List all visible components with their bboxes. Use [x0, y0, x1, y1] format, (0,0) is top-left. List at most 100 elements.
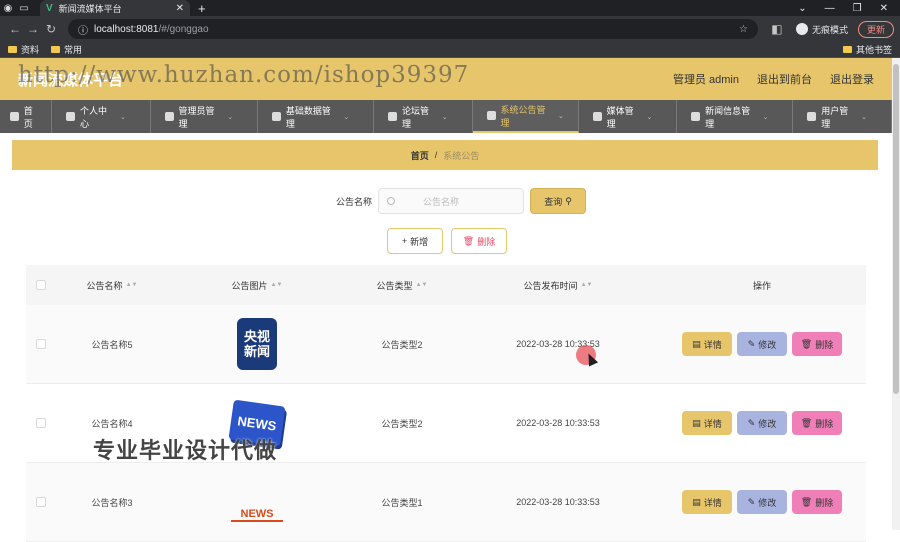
breadcrumb-separator: /: [434, 150, 438, 160]
nav-item-news[interactable]: 新闻信息管理 ⌄: [677, 100, 794, 133]
front-link[interactable]: 退出到前台: [757, 71, 812, 87]
header-label: 操作: [752, 280, 771, 291]
search-label: 公告名称: [335, 196, 372, 207]
nav-label: 新闻信息管理: [705, 105, 751, 129]
edit-button[interactable]: ✎ 修改: [737, 490, 787, 514]
header-type[interactable]: 公告类型 ▲▼: [346, 265, 458, 305]
row-delete-button[interactable]: 🗑 删除: [792, 332, 842, 356]
nav-label: 首页: [23, 105, 33, 129]
row-checkbox[interactable]: [36, 418, 46, 428]
bookmark-label: 常用: [64, 45, 83, 55]
delete-button[interactable]: 🗑 删除: [451, 228, 507, 254]
detail-icon: ▤: [692, 338, 701, 349]
chevron-down-icon: ⌄: [646, 113, 653, 121]
restore-icon[interactable]: ❐: [853, 3, 862, 14]
nav-item-notice[interactable]: 系统公告管理 ⌄: [472, 100, 579, 133]
bookmarks-bar: 资料 常用 其他书签: [0, 42, 900, 58]
bookmark-folder-changyong[interactable]: 常用: [51, 43, 82, 56]
plus-icon: +: [401, 236, 408, 246]
header-name[interactable]: 公告名称 ▲▼: [56, 265, 168, 305]
detail-icon: ▤: [692, 496, 701, 507]
home-icon: [10, 112, 19, 121]
forward-icon[interactable]: →: [24, 22, 42, 36]
sort-icon[interactable]: ▲▼: [126, 282, 138, 288]
sort-icon[interactable]: ▲▼: [416, 282, 428, 288]
nav-item-basedata[interactable]: 基础数据管理 ⌄: [258, 100, 375, 133]
window-icon[interactable]: ▭: [16, 0, 32, 16]
watermark-url: http://www.huzhan.com/ishop39397: [18, 62, 470, 88]
sort-icon[interactable]: ▲▼: [271, 282, 283, 288]
detail-button[interactable]: ▤ 详情: [682, 490, 732, 514]
reload-icon[interactable]: ↻: [42, 22, 60, 36]
chevron-down-icon: ⌄: [227, 113, 234, 121]
info-icon[interactable]: ⓘ: [78, 22, 88, 37]
bookmark-star-icon[interactable]: ☆: [739, 24, 748, 35]
new-tab-icon[interactable]: +: [198, 1, 206, 16]
header-label: 公告名称: [86, 280, 123, 291]
select-all-checkbox[interactable]: [36, 280, 46, 290]
notice-type: 公告类型2: [381, 418, 423, 429]
query-button[interactable]: 查询 ⚲: [530, 188, 586, 214]
add-button[interactable]: + 新增: [387, 228, 443, 254]
breadcrumb-home[interactable]: 首页: [411, 149, 429, 162]
header-time[interactable]: 公告发布时间 ▲▼: [458, 265, 658, 305]
nav-label: 用户管理: [821, 105, 849, 129]
op-label: 删除: [815, 339, 834, 350]
back-icon[interactable]: ←: [6, 22, 24, 36]
bookmark-folder-ziliao[interactable]: 资料: [8, 43, 39, 56]
row-delete-button[interactable]: 🗑 删除: [792, 490, 842, 514]
bookmark-label: 资料: [21, 45, 40, 55]
address-bar: ← → ↻ ⓘ localhost:8081 /#/gonggao ☆ ◧ 无痕…: [0, 16, 900, 42]
bookmark-other[interactable]: 其他书签: [842, 43, 892, 56]
search-icon: ⚲: [565, 195, 572, 206]
url-input[interactable]: ⓘ localhost:8081 /#/gonggao ☆: [68, 19, 758, 39]
detail-button[interactable]: ▤ 详情: [682, 411, 732, 435]
nav-item-forum[interactable]: 论坛管理 ⌄: [374, 100, 473, 133]
incognito-indicator[interactable]: 无痕模式: [795, 23, 848, 36]
edit-button[interactable]: ✎ 修改: [737, 411, 787, 435]
row-checkbox[interactable]: [36, 497, 46, 507]
chevron-down-icon: ⌄: [441, 113, 448, 121]
row-checkbox-cell: [26, 463, 56, 541]
bookmark-label: 其他书签: [855, 45, 892, 55]
chevron-down-icon[interactable]: ⌄: [798, 3, 806, 14]
nav-item-users[interactable]: 用户管理 ⌄: [793, 100, 892, 133]
url-path: /#/gonggao: [158, 23, 209, 35]
nav-item-home[interactable]: 首页: [0, 100, 53, 133]
minimize-icon[interactable]: —: [825, 3, 835, 14]
clock-icon: [691, 112, 701, 121]
browser-tab[interactable]: V 新闻流媒体平台 ✕: [40, 0, 190, 16]
nav-item-admin[interactable]: 管理员管理 ⌄: [151, 100, 259, 133]
header-image[interactable]: 公告图片 ▲▼: [168, 265, 346, 305]
edit-button[interactable]: ✎ 修改: [737, 332, 787, 356]
notice-image[interactable]: 央视 新闻: [231, 317, 283, 371]
close-window-icon[interactable]: ✕: [880, 3, 888, 14]
sidepanel-icon[interactable]: ◧: [768, 22, 786, 36]
list-icon: [486, 111, 496, 120]
incognito-icon: [795, 23, 808, 35]
detail-button[interactable]: ▤ 详情: [682, 332, 732, 356]
scrollbar-thumb[interactable]: [893, 64, 899, 394]
globe-icon[interactable]: ◉: [0, 0, 16, 16]
close-tab-icon[interactable]: ✕: [176, 3, 184, 14]
user-icon: [66, 112, 76, 121]
page-scrollbar[interactable]: [892, 58, 900, 530]
notice-time: 2022-03-28 10:33:53: [516, 418, 600, 428]
nav-label: 管理员管理: [178, 105, 215, 129]
row-checkbox[interactable]: [36, 339, 46, 349]
url-host: localhost:8081: [94, 23, 159, 35]
notice-name: 公告名称5: [91, 339, 133, 350]
notice-image[interactable]: NEWS: [231, 475, 283, 529]
top-nav: 首页 个人中心 ⌄ 管理员管理 ⌄ 基础数据管理 ⌄ 论坛管理 ⌄ 系统公告管理 ⌄ 媒体…: [0, 100, 892, 133]
nav-item-profile[interactable]: 个人中心 ⌄: [52, 100, 151, 133]
detail-icon: ▤: [692, 417, 701, 428]
search-input[interactable]: 公告名称: [378, 188, 524, 214]
nav-item-media[interactable]: 媒体管理 ⌄: [579, 100, 678, 133]
update-button[interactable]: 更新: [857, 20, 894, 38]
row-delete-button[interactable]: 🗑 删除: [792, 411, 842, 435]
folder-icon: [8, 46, 17, 53]
sort-icon[interactable]: ▲▼: [581, 282, 593, 288]
admin-icon: [164, 112, 174, 121]
logout-link[interactable]: 退出登录: [830, 71, 874, 87]
trash-icon: 🗑: [800, 338, 813, 349]
